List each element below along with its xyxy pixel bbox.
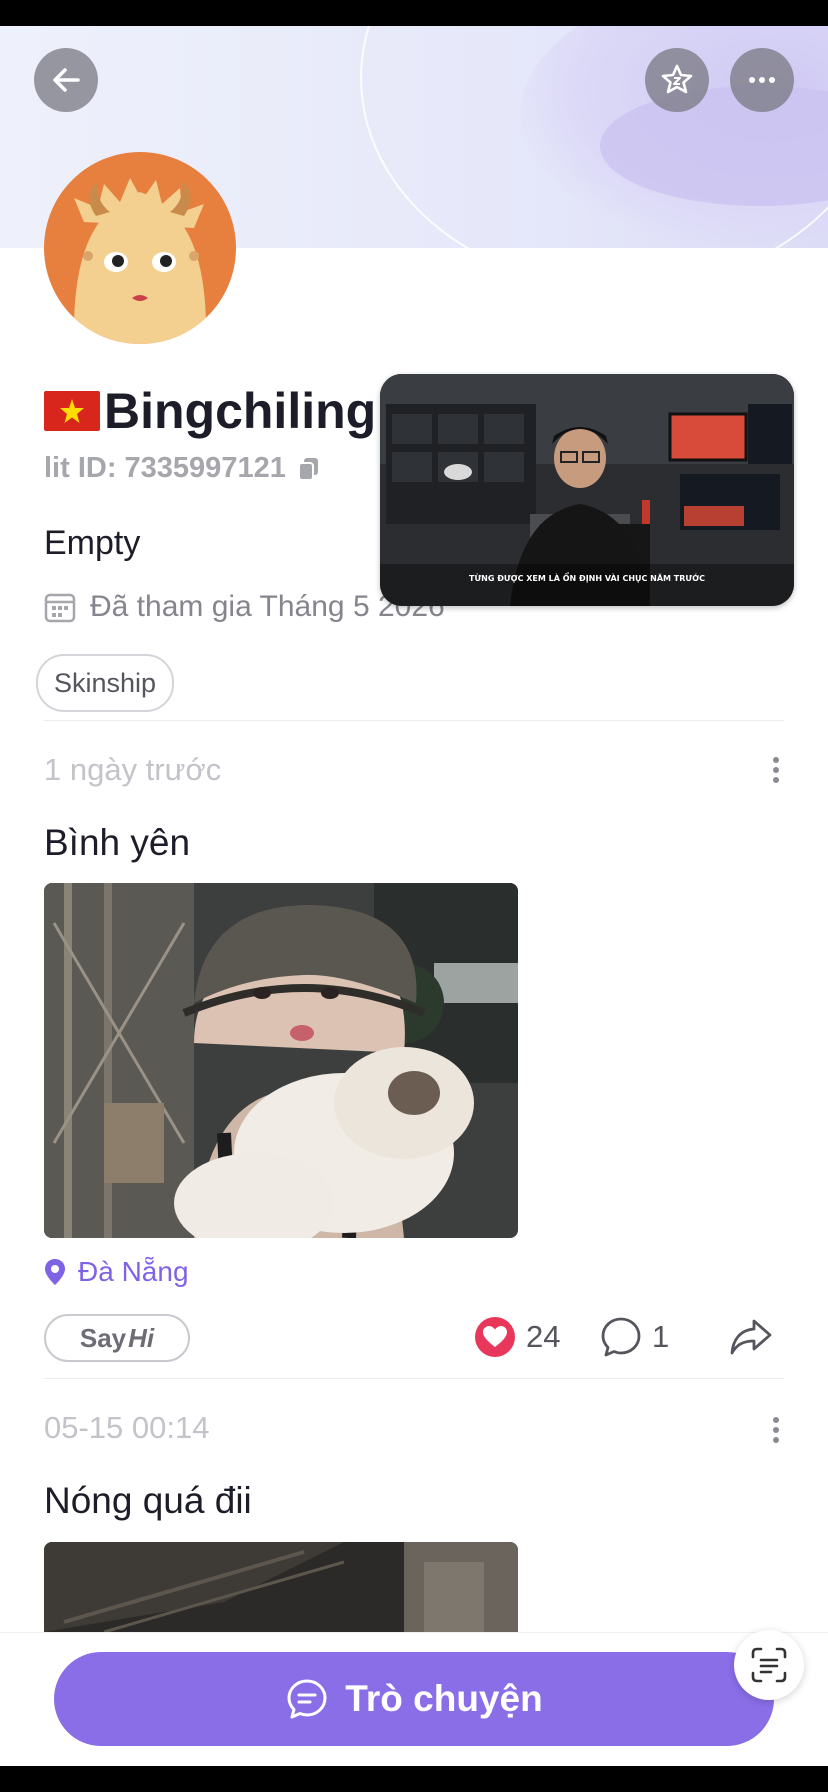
calendar-icon [44,593,76,623]
location-pin-icon [45,1259,65,1285]
divider [44,1378,784,1379]
comment-count: 1 [652,1319,670,1354]
post-location[interactable]: Đà Nẵng [44,1256,189,1288]
arrow-left-icon [53,68,80,92]
post-title: Nóng quá đii [44,1480,252,1521]
more-dots-icon [749,77,775,83]
favorite-button[interactable] [645,48,709,112]
post-photo-image [44,1542,518,1642]
scan-text-icon [751,1647,787,1683]
sayhi-hi: Hi [128,1322,155,1353]
status-bar [0,0,828,26]
profile-bio: Empty [44,524,141,562]
like-button[interactable]: 24 [474,1314,560,1360]
heart-icon [475,1317,515,1357]
avatar[interactable] [44,152,236,344]
profile-name-row: Bingchiling [44,382,376,440]
post-time: 1 ngày trước [44,752,222,787]
star-badge-icon [661,64,693,94]
comment-bubble-icon [601,1317,641,1357]
navigation-bar [0,1766,828,1792]
copy-icon[interactable] [296,456,322,482]
scan-button[interactable] [734,1630,804,1700]
sayhi-button[interactable]: Say Hi [44,1314,190,1362]
post-more-icon[interactable] [772,1416,780,1444]
more-button[interactable] [730,48,794,112]
back-button[interactable] [34,48,98,112]
vietnam-flag-icon [44,391,100,431]
post-time: 05-15 00:14 [44,1410,210,1445]
lit-id-text: lit ID: 7335997121 [44,452,286,484]
chat-button-label: Trò chuyện [345,1678,543,1719]
chat-button[interactable]: Trò chuyện [54,1652,774,1746]
post-photo-image [44,883,518,1238]
video-frame [380,374,794,606]
profile-name: Bingchiling [104,383,377,439]
like-count: 24 [526,1319,561,1354]
post-title: Bình yên [44,822,191,863]
monster-avatar-illustration [73,178,207,344]
floating-video-player[interactable]: TỪNG ĐƯỢC XEM LÀ ỔN ĐỊNH VÀI CHỤC NĂM TR… [380,374,794,606]
tag-chip[interactable]: Skinship [36,654,175,712]
post-photo[interactable] [44,883,518,1238]
post-more-icon[interactable] [772,756,780,784]
comment-button[interactable]: 1 [600,1314,669,1360]
lit-id: lit ID: 7335997121 [44,452,322,485]
chat-bubble-icon [287,1679,327,1719]
share-arrow-icon [730,1319,772,1355]
video-subtitle: TỪNG ĐƯỢC XEM LÀ ỔN ĐỊNH VÀI CHỤC NĂM TR… [469,574,705,583]
post-photo[interactable] [44,1542,518,1642]
share-button[interactable] [728,1314,784,1360]
divider [44,720,784,721]
sayhi-say: Say [79,1322,127,1353]
location-text: Đà Nẵng [78,1256,189,1287]
